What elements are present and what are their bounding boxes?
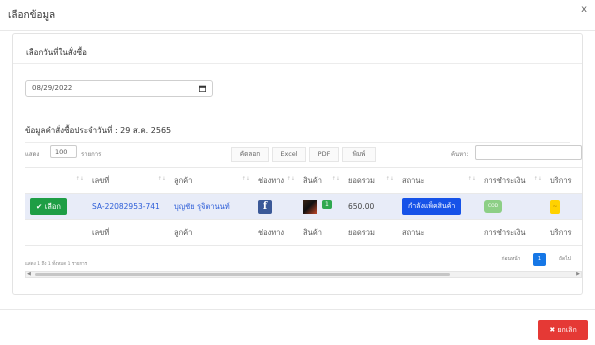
prev-page-button[interactable]: ก่อนหน้า	[491, 253, 531, 266]
scroll-right-icon[interactable]: ▶	[576, 271, 580, 277]
footer-col-status: สถานะ	[397, 219, 479, 246]
status-badge: กำลังแพ็คสินค้า	[402, 198, 462, 215]
product-thumbnail[interactable]	[303, 199, 317, 214]
column-header-product[interactable]: สินค้า ↑↓	[298, 167, 343, 194]
date-input[interactable]: 08/29/2022	[25, 80, 213, 97]
column-header-total[interactable]: ยอดรวม ↑↓	[343, 167, 397, 194]
table-header-row: ↑↓ เลขที่ ↑↓ ลูกค้า ↑↓ ช่องทาง ↑↓ สินค้า ↑↓ …	[25, 167, 582, 194]
customer-name[interactable]: บุญชัย รุจิตานนท์	[169, 193, 253, 220]
footer-col-customer: ลูกค้า	[169, 219, 253, 246]
column-header-select[interactable]: ↑↓	[25, 167, 87, 194]
column-header-payment[interactable]: การชำระเงิน ↑↓	[479, 167, 545, 194]
column-header-service[interactable]: บริการ	[545, 167, 582, 194]
footer-col-service: บริการ	[545, 219, 582, 246]
footer-col-channel: ช่องทาง	[253, 219, 298, 246]
sort-icon: ↑↓	[157, 176, 166, 182]
sort-icon: ↑↓	[331, 176, 340, 182]
scroll-left-icon[interactable]: ◀	[27, 271, 31, 277]
search-input[interactable]	[475, 145, 582, 160]
table-row[interactable]: ✔ เลือก SA-22082953-741 บุญชัย รุจิตานนท…	[25, 193, 582, 220]
footer-col-total: ยอดรวม	[343, 219, 397, 246]
footer-col-order-no: เลขที่	[87, 219, 169, 246]
header-divider	[0, 30, 595, 31]
footer-col-payment: การชำระเงิน	[479, 219, 545, 246]
length-suffix: รายการ	[81, 151, 102, 158]
payment-badge: COD	[484, 200, 503, 213]
horizontal-scrollbar[interactable]: ◀ ▶	[25, 271, 582, 278]
section-divider	[25, 142, 570, 143]
sort-icon: ↑↓	[385, 176, 394, 182]
column-header-status[interactable]: สถานะ ↑↓	[397, 167, 479, 194]
channel-cell: f	[253, 193, 298, 220]
sort-icon: ↑↓	[241, 176, 250, 182]
table-info: แสดง 1 ถึง 1 ทั้งหมด 1 รายการ	[25, 262, 88, 267]
page-1-button[interactable]: 1	[533, 253, 546, 266]
sort-icon: ↑↓	[75, 176, 84, 182]
copy-button[interactable]: คัดลอก	[231, 147, 269, 162]
length-select[interactable]: 100	[50, 145, 77, 158]
sort-icon: ↑↓	[286, 176, 295, 182]
cancel-icon: ✖	[549, 326, 556, 334]
orders-table: ↑↓ เลขที่ ↑↓ ลูกค้า ↑↓ ช่องทาง ↑↓ สินค้า ↑↓ …	[25, 167, 582, 253]
select-button[interactable]: ✔ เลือก	[30, 198, 67, 215]
quantity-badge: 1	[322, 199, 332, 209]
scrollbar-thumb[interactable]	[35, 273, 450, 276]
pdf-button[interactable]: PDF	[309, 147, 339, 162]
card-divider	[13, 63, 582, 64]
check-icon: ✔	[36, 202, 43, 211]
calendar-icon[interactable]	[199, 85, 206, 92]
length-label: แสดง	[25, 151, 40, 158]
product-cell: 1	[298, 193, 343, 220]
footer-divider	[0, 309, 595, 310]
order-number[interactable]: SA-22082953-741	[87, 193, 169, 220]
service-cell: ~	[545, 193, 582, 220]
date-value: 08/29/2022	[32, 84, 73, 92]
facebook-icon: f	[258, 199, 272, 214]
excel-button[interactable]: Excel	[272, 147, 306, 162]
payment-cell: COD	[479, 193, 545, 220]
print-button[interactable]: พิมพ์	[342, 147, 376, 162]
column-header-channel[interactable]: ช่องทาง ↑↓	[253, 167, 298, 194]
card-title: เลือกวันที่ในสั่งซื้อ	[26, 48, 87, 57]
total-amount: 650.00	[343, 193, 397, 220]
search-label: ค้นหา:	[451, 151, 469, 158]
next-page-button[interactable]: ถัดไป	[551, 253, 579, 266]
sort-icon: ↑↓	[533, 176, 542, 182]
footer-col-product: สินค้า	[298, 219, 343, 246]
close-icon[interactable]: x	[581, 4, 587, 15]
status-cell: กำลังแพ็คสินค้า	[397, 193, 479, 220]
modal-title: เลือกข้อมูล	[8, 10, 56, 21]
cancel-button[interactable]: ✖ ยกเลิก	[538, 320, 588, 340]
data-title: ข้อมูลคำสั่งซื้อประจำวันที่ : 29 ส.ค. 25…	[25, 126, 172, 135]
footer-col-select	[25, 219, 87, 246]
order-panel: เลือกวันที่ในสั่งซื้อ 08/29/2022 ข้อมูลค…	[12, 33, 583, 295]
column-header-order-no[interactable]: เลขที่ ↑↓	[87, 167, 169, 194]
sort-icon: ↑↓	[467, 176, 476, 182]
column-header-customer[interactable]: ลูกค้า ↑↓	[169, 167, 253, 194]
select-cell: ✔ เลือก	[25, 193, 87, 220]
table-footer-row: เลขที่ ลูกค้า ช่องทาง สินค้า ยอดรวม สถาน…	[25, 219, 582, 246]
service-badge: ~	[550, 199, 560, 214]
